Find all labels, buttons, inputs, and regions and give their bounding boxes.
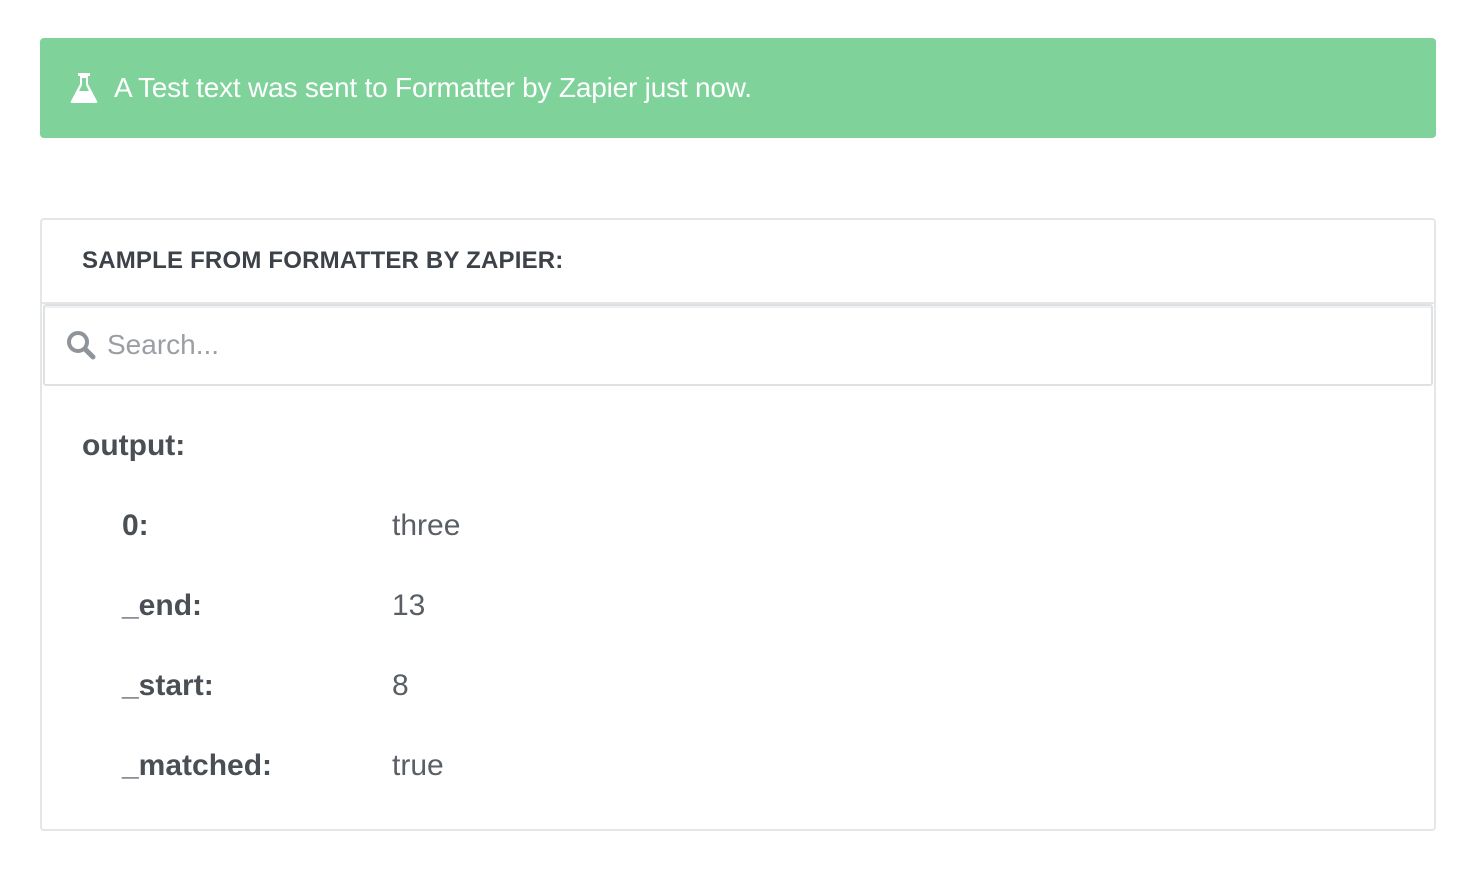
- sample-content: output: 0: three _end: 13 _start: 8 _mat…: [42, 386, 1434, 786]
- flask-icon: [70, 72, 98, 104]
- test-sent-banner: A Test text was sent to Formatter by Zap…: [40, 38, 1436, 138]
- panel-header: SAMPLE FROM FORMATTER BY ZAPIER:: [42, 220, 1434, 304]
- field-row: 0: three: [82, 506, 1434, 546]
- field-key: _end:: [122, 589, 203, 622]
- field-key: 0:: [122, 509, 149, 542]
- search-icon: [65, 329, 97, 361]
- search-input[interactable]: [105, 328, 1431, 362]
- field-value: true: [392, 749, 444, 782]
- output-key: output:: [82, 429, 186, 462]
- field-value: three: [392, 509, 461, 542]
- field-row: _end: 13: [82, 586, 1434, 626]
- field-value: 8: [392, 669, 409, 702]
- field-key: _start:: [122, 669, 214, 702]
- field-row: _matched: true: [82, 746, 1434, 786]
- field-key: _matched:: [122, 749, 273, 782]
- panel-title: SAMPLE FROM FORMATTER BY ZAPIER:: [82, 247, 564, 274]
- banner-message: A Test text was sent to Formatter by Zap…: [114, 72, 752, 103]
- sample-panel: SAMPLE FROM FORMATTER BY ZAPIER: output:…: [40, 218, 1436, 831]
- field-value: 13: [392, 589, 426, 622]
- field-row: _start: 8: [82, 666, 1434, 706]
- search-box[interactable]: [43, 304, 1433, 386]
